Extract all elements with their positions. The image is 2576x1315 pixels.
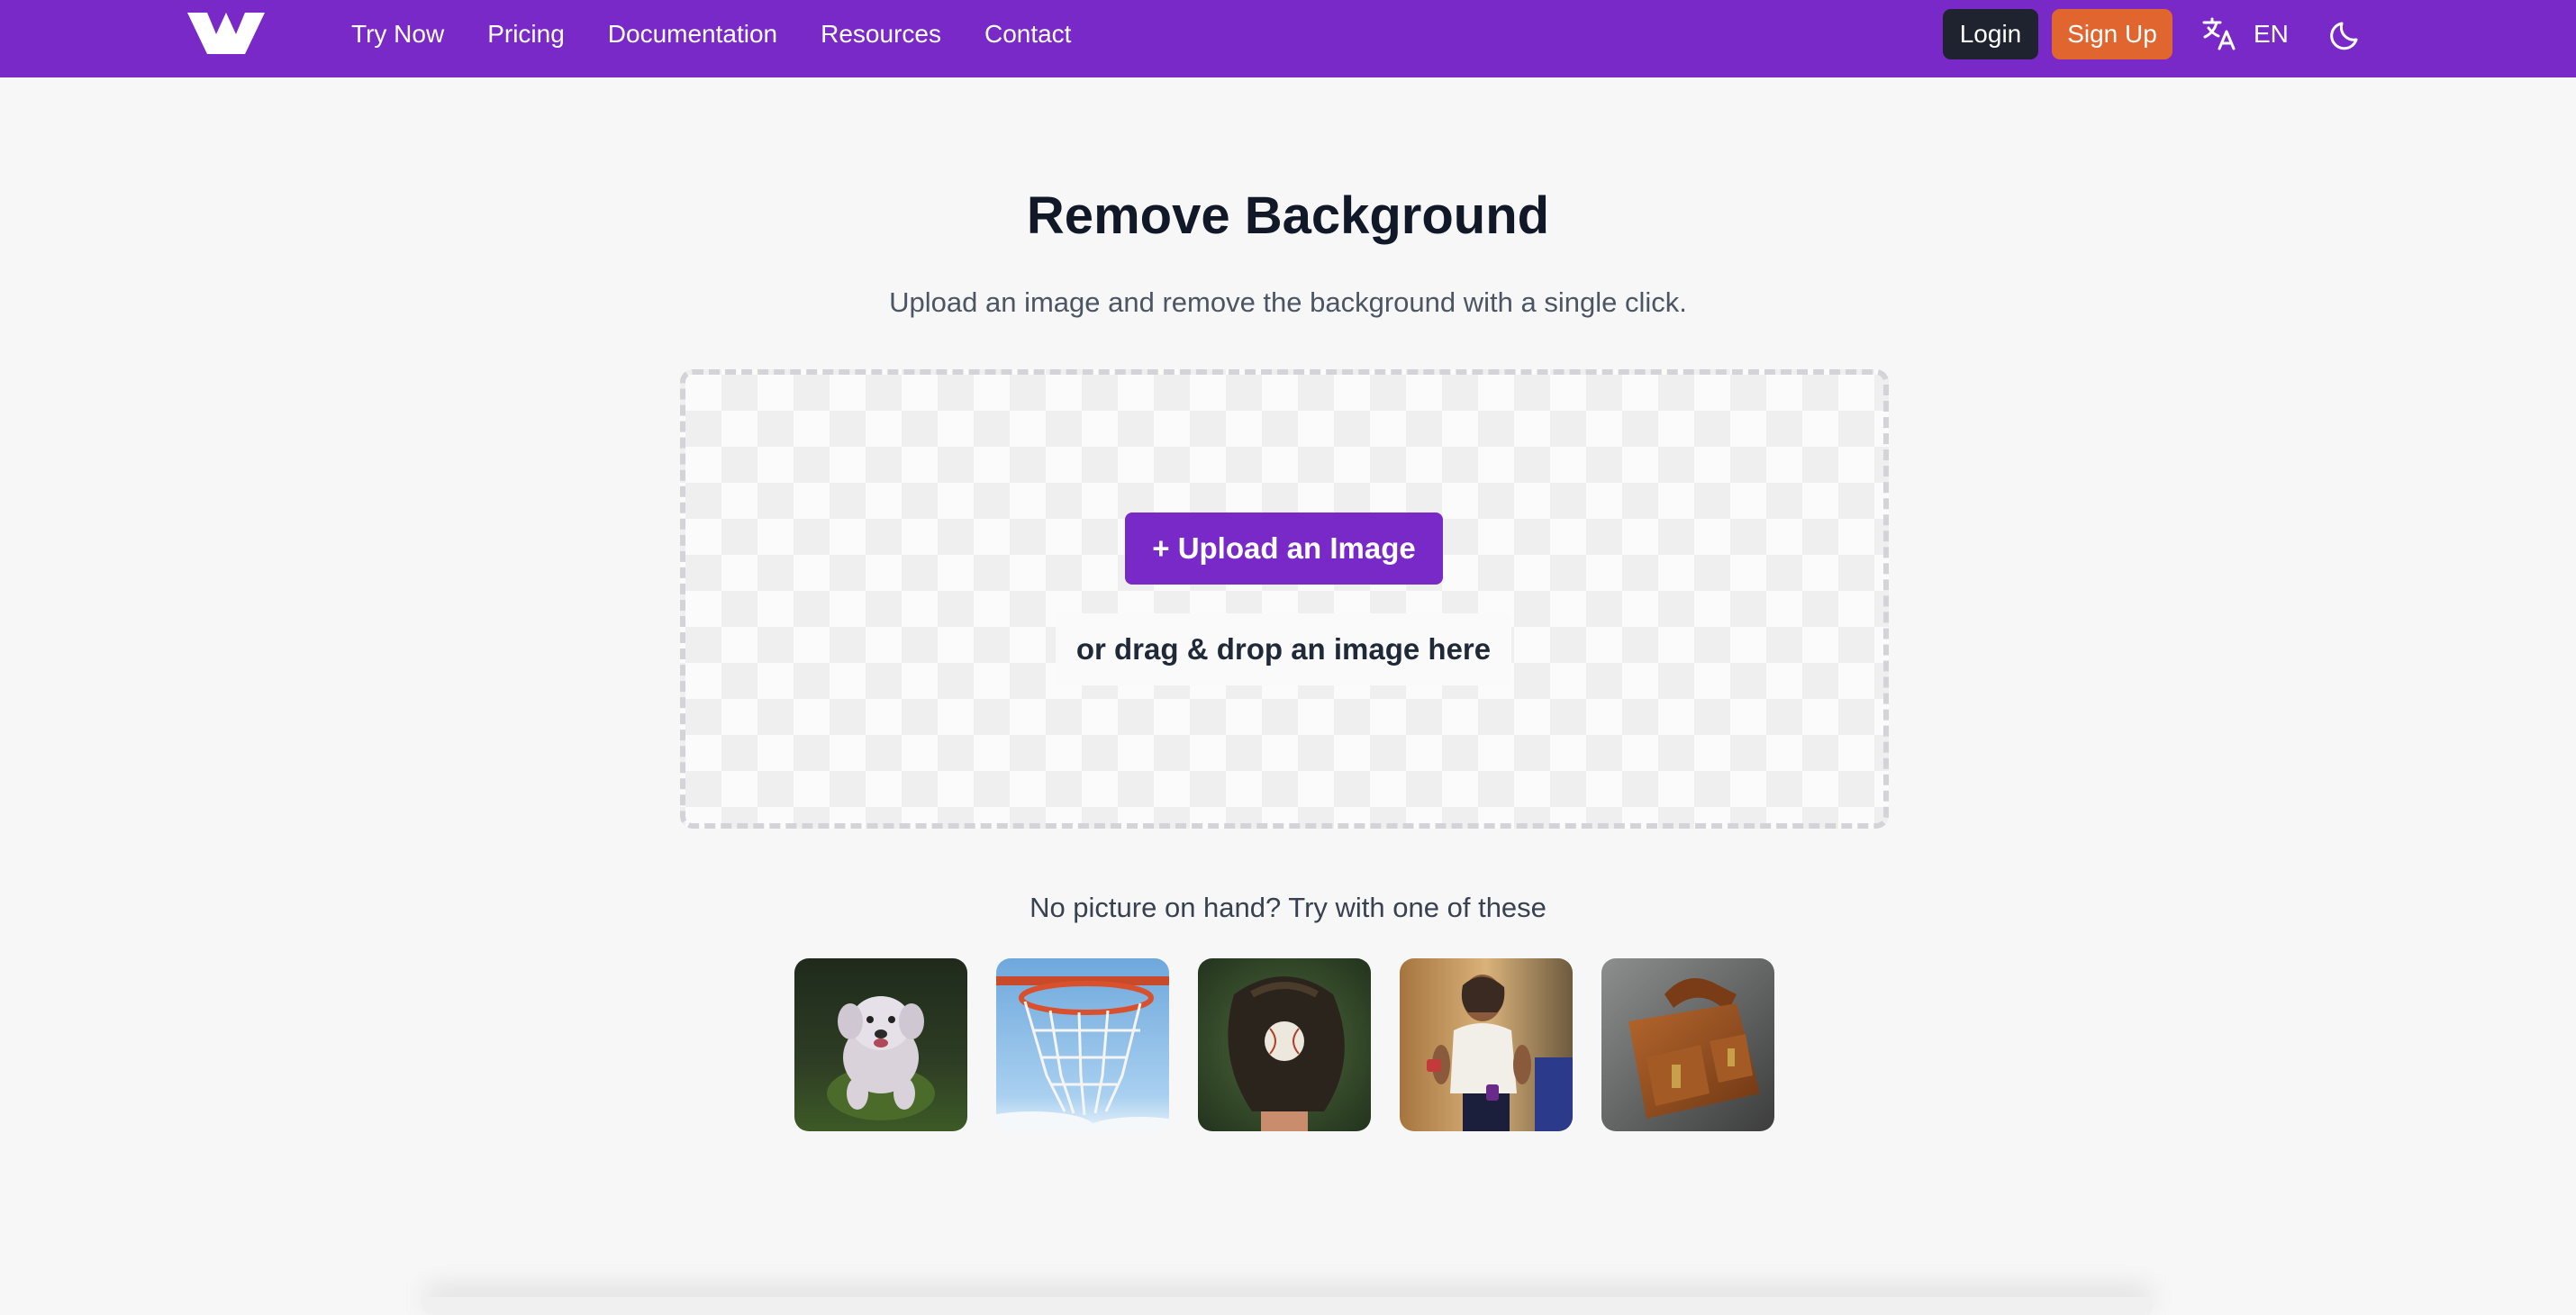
sample-image-baseball-glove[interactable] [1198, 958, 1371, 1131]
image-dropzone[interactable] [680, 369, 1889, 829]
top-navbar: Try Now Pricing Documentation Resources … [0, 0, 2576, 77]
moon-icon[interactable] [2329, 16, 2365, 52]
nav-link-resources[interactable]: Resources [821, 20, 941, 49]
sample-image-runner[interactable] [1400, 958, 1573, 1131]
nav-link-documentation[interactable]: Documentation [608, 20, 777, 49]
sample-image-dog[interactable] [794, 958, 967, 1131]
sample-images [794, 958, 1774, 1131]
sample-image-basketball-hoop[interactable] [996, 958, 1169, 1131]
page-subtitle: Upload an image and remove the backgroun… [889, 286, 1687, 318]
sample-image-leather-bag[interactable] [1601, 958, 1774, 1131]
samples-label: No picture on hand? Try with one of thes… [1029, 892, 1547, 923]
signup-button[interactable]: Sign Up [2052, 9, 2172, 59]
translate-icon [2202, 17, 2236, 50]
nav-link-pricing[interactable]: Pricing [487, 20, 565, 49]
login-button[interactable]: Login [1943, 9, 2038, 59]
language-label: EN [2254, 20, 2289, 48]
language-selector[interactable]: EN [2201, 13, 2289, 56]
drag-drop-hint: or drag & drop an image here [1056, 613, 1511, 685]
brand-logo-icon[interactable] [187, 11, 265, 56]
nav-link-contact[interactable]: Contact [984, 20, 1072, 49]
page-title: Remove Background [1026, 186, 1550, 245]
nav-links: Try Now Pricing Documentation Resources … [351, 0, 1114, 68]
upload-image-button[interactable]: + Upload an Image [1125, 512, 1443, 585]
footer-card-edge [423, 1297, 2153, 1315]
nav-link-try-now[interactable]: Try Now [351, 20, 444, 49]
